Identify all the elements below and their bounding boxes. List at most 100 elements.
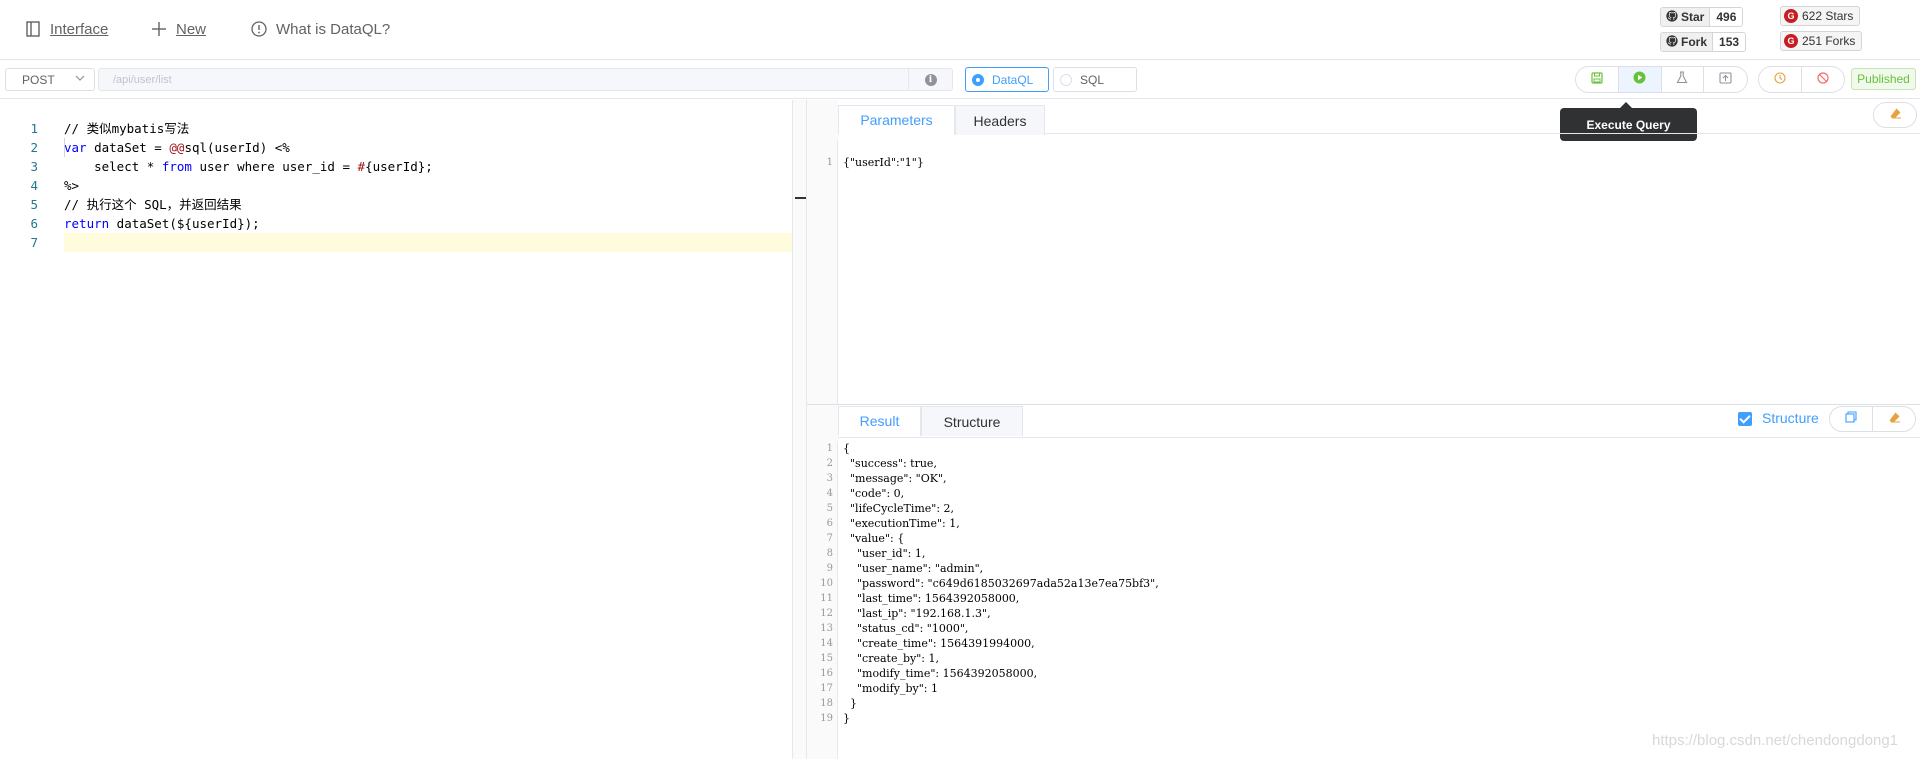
save-button[interactable] [1576, 67, 1619, 92]
watermark-text: https://blog.csdn.net/chendongdong1 [1652, 732, 1899, 749]
radio-unchecked-icon [1060, 73, 1072, 86]
line-number: 14 [820, 638, 833, 649]
gitee-stars-label: 622 Stars [1802, 9, 1854, 23]
result-line: 10 "password": "c649d6185032697ada52a13e… [807, 576, 1920, 591]
tab-structure[interactable]: Structure [921, 406, 1023, 436]
execute-button[interactable] [1618, 67, 1662, 92]
tab-result[interactable]: Result [838, 406, 921, 436]
nav-about-label[interactable]: What is DataQL? [276, 21, 390, 38]
line-number: 1 [826, 443, 833, 454]
document-icon [24, 20, 42, 38]
result-line-text: } [843, 697, 857, 710]
result-line: 3 "message": "OK", [807, 471, 1920, 486]
save-icon [1591, 71, 1603, 89]
result-line-text: "modify_time": 1564392058000, [843, 667, 1038, 680]
line-number: 2 [826, 458, 833, 469]
result-line-text: "modify_by": 1 [843, 682, 938, 695]
test-button[interactable] [1662, 67, 1705, 92]
result-line: 4 "code": 0, [807, 486, 1920, 501]
result-line: 18 } [807, 696, 1920, 711]
editor-line: 2 var dataSet = @@sql(userId) <% [30, 140, 290, 155]
line-number: 10 [820, 578, 833, 589]
history-button[interactable] [1759, 67, 1802, 92]
result-viewer[interactable]: 1{2 "success": true, 3 "message": "OK", 4 … [807, 441, 1920, 759]
copy-result-button[interactable] [1830, 407, 1873, 431]
api-path-input[interactable]: /api/user/list i [98, 68, 953, 91]
gitee-forks-badge[interactable]: G 251 Forks [1780, 31, 1863, 51]
action-button-group [1575, 66, 1748, 93]
result-line-text: "status_cd": "1000", [843, 622, 969, 635]
nav-interface[interactable]: Interface [24, 20, 108, 38]
http-method-select[interactable]: POST [5, 68, 95, 91]
plus-icon [150, 20, 168, 38]
publish-button[interactable] [1704, 67, 1747, 92]
mode-sql-label: SQL [1080, 72, 1105, 87]
clear-result-button[interactable] [1873, 407, 1915, 431]
result-line-text: { [843, 442, 850, 455]
result-line: 16 "modify_time": 1564392058000, [807, 666, 1920, 681]
nav-about[interactable]: What is DataQL? [250, 20, 390, 38]
panel-splitter[interactable] [792, 100, 807, 759]
result-line-text: "message": "OK", [843, 472, 947, 485]
result-line: 13 "status_cd": "1000", [807, 621, 1920, 636]
line-number: 8 [826, 548, 833, 559]
clear-params-button[interactable] [1873, 102, 1917, 128]
info-icon: i [924, 73, 937, 86]
result-line: 19} [807, 711, 1920, 726]
github-fork-count: 153 [1713, 33, 1746, 51]
structure-checkbox[interactable] [1738, 412, 1752, 426]
mode-radio-sql[interactable]: SQL [1053, 67, 1137, 92]
gitee-forks-label: 251 Forks [1802, 34, 1856, 48]
github-star-count: 496 [1710, 8, 1743, 26]
github-fork-badge[interactable]: Fork 153 [1660, 32, 1747, 52]
code-editor[interactable]: 1// 类似mybatis写法 2 var dataSet = @@sql(use… [0, 100, 806, 759]
github-fork-label: Fork [1681, 35, 1708, 49]
editor-line: 4 %> [30, 178, 80, 193]
mode-radio-dataql[interactable]: DataQL [965, 67, 1049, 92]
line-number: 5 [826, 503, 833, 514]
editor-line: 5// 执行这个 SQL，并返回结果 [30, 197, 242, 212]
gitee-icon: G [1784, 34, 1798, 48]
upload-icon [1719, 71, 1732, 89]
result-line: 14 "create_time": 1564391994000, [807, 636, 1920, 651]
result-line: 2 "success": true, [807, 456, 1920, 471]
secondary-button-group [1758, 66, 1845, 93]
result-line-text: "create_by": 1, [843, 652, 939, 665]
result-line: 17 "modify_by": 1 [807, 681, 1920, 696]
result-tabbar: Result Structure [838, 404, 1920, 438]
github-star-badge[interactable]: Star 496 [1660, 7, 1744, 27]
nav-new[interactable]: New [150, 20, 206, 38]
result-line-text: "password": "c649d6185032697ada52a13e7ea… [843, 577, 1159, 590]
api-path-placeholder: /api/user/list [113, 73, 172, 86]
indent-guide [64, 138, 65, 157]
result-line: 7 "value": { [807, 531, 1920, 546]
result-line-text: "executionTime": 1, [843, 517, 960, 530]
result-line: 1{ [807, 441, 1920, 456]
eraser-icon [1888, 410, 1901, 428]
top-navigation: Interface New What is DataQL? Star 496 F… [0, 0, 1920, 60]
chevron-down-icon [75, 73, 85, 86]
result-line-text: "success": true, [843, 457, 937, 470]
flask-icon [1676, 70, 1688, 89]
eraser-icon [1889, 106, 1902, 124]
github-icon [1666, 9, 1678, 25]
history-icon [1774, 71, 1786, 89]
path-info-button[interactable]: i [908, 69, 952, 90]
structure-checkbox-label[interactable]: Structure [1762, 410, 1819, 426]
result-button-group [1829, 406, 1916, 432]
gitee-icon: G [1784, 9, 1798, 23]
tab-parameters[interactable]: Parameters [838, 105, 955, 135]
result-line: 12 "last_ip": "192.168.1.3", [807, 606, 1920, 621]
editor-line-current: 7 [0, 214, 806, 252]
disable-button[interactable] [1802, 67, 1845, 92]
result-line-text: "user_id": 1, [843, 547, 926, 560]
nav-interface-label[interactable]: Interface [50, 21, 108, 38]
tab-headers[interactable]: Headers [955, 105, 1045, 135]
params-editor[interactable]: 1 {"userId":"1"} [807, 140, 1920, 405]
line-number: 4 [826, 488, 833, 499]
nav-new-label[interactable]: New [176, 21, 206, 38]
line-number: 3 [826, 473, 833, 484]
editor-line: 3 select * from user where user_id = #{u… [30, 159, 433, 174]
mode-dataql-label: DataQL [992, 72, 1034, 87]
gitee-stars-badge[interactable]: G 622 Stars [1780, 6, 1861, 26]
